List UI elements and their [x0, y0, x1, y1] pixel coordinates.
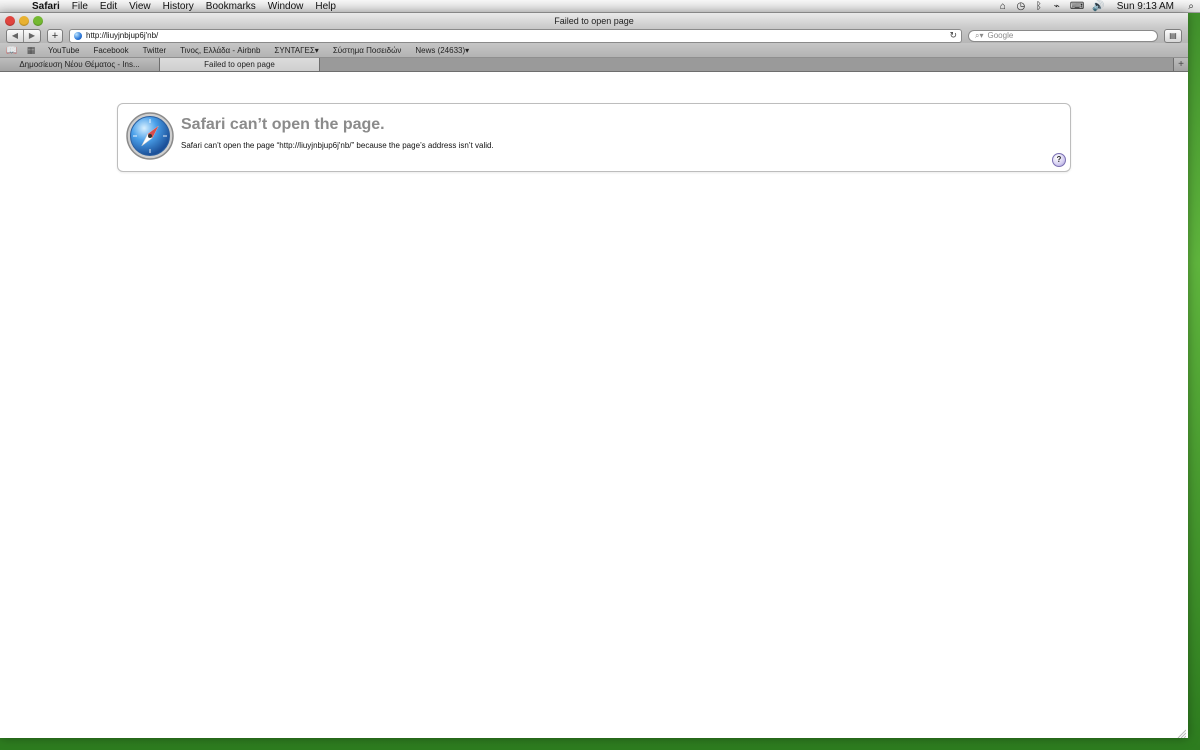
- error-message: Safari can’t open the page “http://liuyj…: [181, 141, 494, 150]
- zoom-button[interactable]: [33, 15, 43, 26]
- globe-icon: [74, 31, 82, 40]
- tab-spacer: [320, 58, 1173, 71]
- menu-safari[interactable]: Safari: [26, 0, 66, 13]
- bookmarks-bar: 📖 ▦ YouTube Facebook Twitter Τινος, Ελλά…: [0, 43, 1188, 58]
- minimize-button[interactable]: [19, 15, 29, 26]
- reading-list-icon[interactable]: 📖: [6, 45, 17, 56]
- reload-icon[interactable]: ↻: [949, 30, 957, 41]
- bookmark-poseidon[interactable]: Σύστημα Ποσειδών: [331, 46, 404, 55]
- navigation-buttons: ◀ ▶: [6, 28, 41, 43]
- report-bug-button[interactable]: ▤: [1164, 28, 1182, 43]
- resize-grip-icon[interactable]: [1176, 728, 1186, 738]
- top-sites-icon[interactable]: ▦: [26, 45, 36, 56]
- help-button[interactable]: ?: [1052, 153, 1066, 167]
- address-input[interactable]: http://liuyjnbjup6j'nb/: [86, 31, 945, 40]
- keyboard-icon[interactable]: ⌨: [1070, 1, 1084, 12]
- menu-history[interactable]: History: [157, 0, 200, 13]
- time-machine-icon[interactable]: ◷: [1016, 1, 1026, 12]
- new-tab-button[interactable]: +: [1173, 58, 1188, 71]
- menu-bar: Safari File Edit View History Bookmarks …: [0, 0, 1200, 13]
- status-area: ⌂ ◷ ᛒ ⌁ ⌨ 🔊 Sun 9:13 AM ⌕: [998, 1, 1200, 12]
- search-icon: ⌕▾: [975, 30, 984, 40]
- spotlight-icon[interactable]: ⌕: [1186, 1, 1196, 12]
- add-bookmark-button[interactable]: +: [47, 28, 63, 43]
- error-title: Safari can’t open the page.: [181, 116, 385, 133]
- search-field[interactable]: ⌕▾ Google: [968, 29, 1158, 42]
- clock[interactable]: Sun 9:13 AM: [1113, 1, 1178, 12]
- menu-view[interactable]: View: [123, 0, 157, 13]
- search-placeholder: Google: [987, 31, 1014, 40]
- page-content: Safari can’t open the page. Safari can’t…: [0, 72, 1188, 738]
- bookmark-syntages[interactable]: ΣΥΝΤΑΓΕΣ▾: [272, 46, 320, 55]
- window-controls: [0, 15, 43, 26]
- forward-icon[interactable]: ▶: [23, 29, 40, 42]
- bookmark-news[interactable]: News (24633)▾: [413, 46, 471, 55]
- safari-compass-icon: [126, 112, 174, 160]
- close-button[interactable]: [5, 15, 15, 26]
- bookmark-twitter[interactable]: Twitter: [141, 46, 169, 55]
- plus-icon: +: [51, 29, 59, 42]
- tab-discussion[interactable]: Δημοσίευση Νέου Θέματος - Ins...: [0, 58, 160, 71]
- menu-bookmarks[interactable]: Bookmarks: [200, 0, 262, 13]
- volume-icon[interactable]: 🔊: [1092, 1, 1104, 12]
- menu-window[interactable]: Window: [262, 0, 310, 13]
- tab-bar: Δημοσίευση Νέου Θέματος - Ins... Failed …: [0, 58, 1188, 72]
- error-panel: Safari can’t open the page. Safari can’t…: [117, 103, 1071, 172]
- toolbar: ◀ ▶ + http://liuyjnbjup6j'nb/ ↻ ⌕▾ Googl…: [0, 28, 1188, 43]
- menu-help[interactable]: Help: [309, 0, 342, 13]
- window-title: Failed to open page: [554, 15, 634, 26]
- report-bug-icon: ▤: [1169, 30, 1177, 40]
- tab-failed-page[interactable]: Failed to open page: [160, 58, 320, 71]
- title-bar: Failed to open page: [0, 13, 1188, 28]
- bookmark-facebook[interactable]: Facebook: [91, 46, 130, 55]
- bookmark-youtube[interactable]: YouTube: [46, 46, 81, 55]
- bluetooth-icon[interactable]: ᛒ: [1034, 1, 1044, 12]
- home-icon[interactable]: ⌂: [998, 1, 1008, 12]
- wifi-icon[interactable]: ⌁: [1052, 1, 1062, 12]
- back-icon[interactable]: ◀: [7, 30, 23, 42]
- bookmark-airbnb[interactable]: Τινος, Ελλάδα - Airbnb: [178, 46, 262, 55]
- safari-window: Failed to open page ◀ ▶ + http://liuyjnb…: [0, 13, 1188, 738]
- menu-edit[interactable]: Edit: [94, 0, 123, 13]
- plus-icon: +: [1178, 59, 1184, 70]
- menu-file[interactable]: File: [66, 0, 94, 13]
- address-bar[interactable]: http://liuyjnbjup6j'nb/ ↻: [69, 28, 962, 43]
